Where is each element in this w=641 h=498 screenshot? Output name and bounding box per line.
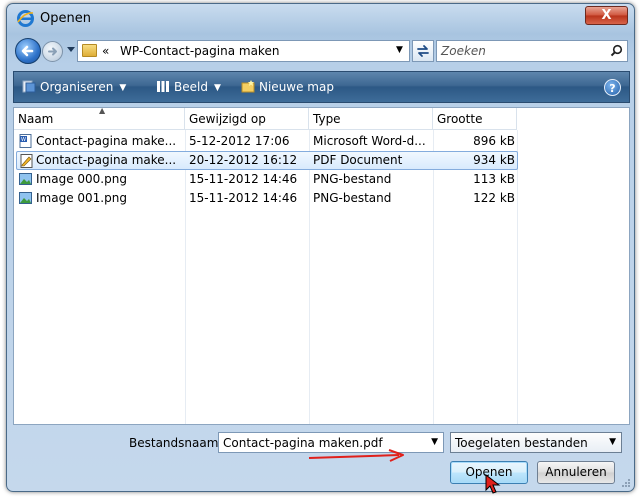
organize-label: Organiseren xyxy=(40,80,114,94)
png-image-icon xyxy=(19,192,32,204)
open-dialog: Openen X « WP-Contact-pagina maken ▼ Zoe… xyxy=(6,3,635,494)
filename-label: Bestandsnaam: xyxy=(129,436,223,450)
resize-grip-icon[interactable] xyxy=(621,478,631,488)
file-size: 896 kB xyxy=(473,134,515,148)
file-type: PNG-bestand xyxy=(313,172,392,186)
file-modified: 20-12-2012 16:12 xyxy=(189,153,298,167)
view-icon xyxy=(157,81,169,92)
table-row[interactable]: Image 000.png 15-11-2012 14:46 PNG-besta… xyxy=(16,170,518,189)
column-header-modified-label: Gewijzigd op xyxy=(189,112,266,126)
sort-ascending-icon: ▲ xyxy=(99,106,106,115)
command-toolbar: Organiseren ▼ Beeld ▼ Nieuwe map ? xyxy=(13,71,630,103)
table-row-selected[interactable]: Contact-pagina make... 20-12-2012 16:12 … xyxy=(16,151,518,170)
annotation-arrow-icon xyxy=(308,449,404,462)
address-bar[interactable]: « WP-Contact-pagina maken ▼ xyxy=(77,40,410,62)
word-document-icon: W xyxy=(19,134,32,148)
search-icon[interactable] xyxy=(610,44,623,57)
file-type: Microsoft Word-d... xyxy=(313,134,426,148)
back-button[interactable] xyxy=(15,38,41,64)
back-arrow-icon xyxy=(21,45,34,57)
folder-icon xyxy=(82,44,97,57)
file-modified: 15-11-2012 14:46 xyxy=(189,172,298,186)
column-header-size[interactable]: Grootte xyxy=(433,108,517,130)
new-folder-label: Nieuwe map xyxy=(259,80,334,94)
chevron-down-icon: ▼ xyxy=(609,437,616,447)
organize-menu-button[interactable]: Organiseren ▼ xyxy=(22,80,126,94)
navigation-bar: « WP-Contact-pagina maken ▼ Zoeken xyxy=(13,35,630,67)
table-row[interactable]: W Contact-pagina make... 5-12-2012 17:06… xyxy=(16,132,518,151)
file-type-select[interactable]: Toegelaten bestanden ▼ xyxy=(450,432,622,453)
column-header-type[interactable]: Type xyxy=(309,108,433,130)
column-header-type-label: Type xyxy=(313,112,341,126)
recent-pages-chevron-down-icon[interactable] xyxy=(67,47,75,52)
file-name: Contact-pagina make... xyxy=(36,134,177,148)
new-folder-icon xyxy=(241,80,255,93)
new-folder-button[interactable]: Nieuwe map xyxy=(241,80,334,94)
forward-button[interactable] xyxy=(42,41,63,62)
mouse-pointer-icon xyxy=(485,474,501,494)
chevron-down-icon: ▼ xyxy=(213,83,221,93)
png-image-icon xyxy=(19,173,32,185)
view-label: Beeld xyxy=(174,80,208,94)
cancel-button[interactable]: Annuleren xyxy=(537,461,615,484)
column-header-size-label: Grootte xyxy=(437,112,483,126)
file-modified: 15-11-2012 14:46 xyxy=(189,191,298,205)
view-menu-button[interactable]: Beeld ▼ xyxy=(156,80,221,94)
table-row[interactable]: Image 001.png 15-11-2012 14:46 PNG-besta… xyxy=(16,189,518,208)
file-size: 934 kB xyxy=(473,153,515,167)
file-name: Image 000.png xyxy=(36,172,127,186)
file-size: 113 kB xyxy=(473,172,515,186)
file-modified: 5-12-2012 17:06 xyxy=(189,134,290,148)
filename-history-chevron-down-icon[interactable]: ▼ xyxy=(431,437,438,447)
file-type-value: Toegelaten bestanden xyxy=(455,436,588,450)
forward-arrow-icon xyxy=(48,47,57,56)
file-type: PNG-bestand xyxy=(313,191,392,205)
help-icon[interactable]: ? xyxy=(604,79,621,96)
refresh-button[interactable] xyxy=(412,40,434,62)
file-type: PDF Document xyxy=(313,153,403,167)
file-name: Image 001.png xyxy=(36,191,127,205)
breadcrumb-overflow[interactable]: « xyxy=(102,44,109,58)
address-dropdown-chevron-down-icon[interactable]: ▼ xyxy=(396,45,403,55)
organize-icon xyxy=(22,80,36,93)
pdf-document-icon xyxy=(20,154,33,168)
file-list[interactable]: Naam ▲ Gewijzigd op Type Grootte W Conta… xyxy=(13,106,630,425)
file-size: 122 kB xyxy=(473,191,515,205)
file-name: Contact-pagina make... xyxy=(36,153,177,167)
column-header-name-label: Naam xyxy=(18,112,54,126)
refresh-icon xyxy=(417,45,429,57)
column-header-name[interactable]: Naam ▲ xyxy=(14,106,185,130)
search-placeholder: Zoeken xyxy=(441,44,486,58)
close-button[interactable]: X xyxy=(585,6,628,25)
filename-value: Contact-pagina maken.pdf xyxy=(223,436,383,450)
svg-text:W: W xyxy=(21,137,26,143)
internet-explorer-icon xyxy=(17,10,34,27)
chevron-down-icon: ▼ xyxy=(119,83,127,93)
search-input[interactable]: Zoeken xyxy=(436,40,628,62)
window-title: Openen xyxy=(40,11,91,26)
breadcrumb-current-folder[interactable]: WP-Contact-pagina maken xyxy=(120,44,279,58)
column-header-modified[interactable]: Gewijzigd op xyxy=(185,108,309,130)
title-bar[interactable]: Openen X xyxy=(7,4,634,34)
